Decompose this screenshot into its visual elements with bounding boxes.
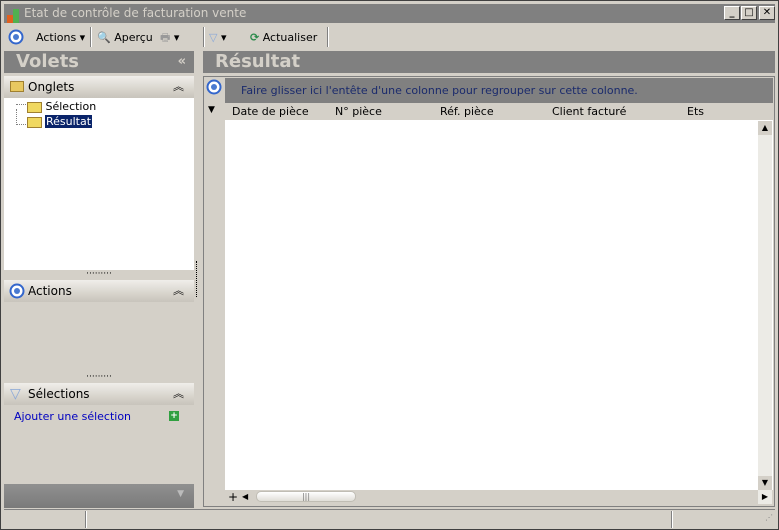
window-title: Etat de contrôle de facturation vente <box>24 6 247 20</box>
panel-bottom-bar: ▼ <box>4 484 194 508</box>
status-bar: ⋰ <box>4 509 775 528</box>
folder-icon <box>27 101 42 113</box>
onglets-section-header[interactable]: Onglets ︽ <box>4 76 194 98</box>
collapse-icon[interactable]: ︽ <box>173 280 184 302</box>
actions-menu-button[interactable]: Actions ▾ <box>36 29 85 47</box>
splitter-handle[interactable]: ········· <box>4 373 194 382</box>
onglets-tree: Sélection Résultat <box>4 98 194 270</box>
group-by-area[interactable]: Faire glisser ici l'entête d'une colonne… <box>225 78 773 103</box>
add-selection-link[interactable]: Ajouter une sélection <box>14 410 131 423</box>
print-button[interactable]: 🖶 ▾ <box>160 29 179 47</box>
collapse-panel-button[interactable]: « <box>178 51 186 73</box>
column-chooser-button[interactable]: ▼ <box>208 105 215 115</box>
scroll-left-button[interactable]: ◀ <box>242 490 254 504</box>
tree-item-selection[interactable]: Sélection <box>27 100 96 114</box>
actualiser-button[interactable]: ⟳ Actualiser <box>250 29 317 47</box>
horizontal-scroll-thumb[interactable]: ||| <box>256 491 356 502</box>
resize-grip-icon[interactable]: ⋰ <box>765 514 773 522</box>
column-header[interactable]: Date de pièce <box>232 103 309 120</box>
app-logo-icon <box>7 9 19 23</box>
actions-icon <box>9 283 25 299</box>
column-header[interactable]: Réf. pièce <box>440 103 494 120</box>
column-header[interactable]: Client facturé <box>552 103 626 120</box>
close-button[interactable]: ✕ <box>759 6 775 20</box>
filter-icon: ▽ <box>209 31 218 44</box>
column-headers: Date de pièce N° pièce Réf. pièce Client… <box>225 103 773 120</box>
resultat-header: Résultat <box>203 51 775 73</box>
add-icon[interactable]: + <box>169 411 179 421</box>
volets-header: Volets « <box>4 51 194 73</box>
scroll-right-button[interactable]: ▶ <box>758 490 772 504</box>
scroll-up-button[interactable]: ▲ <box>758 121 772 135</box>
collapse-icon[interactable]: ︽ <box>173 76 184 98</box>
grid-options-icon[interactable] <box>206 79 222 95</box>
selections-section-header[interactable]: ▽ Sélections ︽ <box>4 383 194 405</box>
column-header[interactable]: Ets <box>687 103 704 120</box>
vertical-splitter[interactable] <box>196 261 199 297</box>
printer-icon: 🖶 <box>160 31 171 44</box>
filter-button[interactable]: ▽ ▾ <box>209 29 227 47</box>
actions-icon <box>8 29 24 45</box>
actions-section-header[interactable]: Actions ︽ <box>4 280 194 302</box>
collapse-icon[interactable]: ︽ <box>173 383 184 405</box>
grid-body <box>225 120 773 490</box>
magnifier-icon: 🔍 <box>97 31 111 44</box>
maximize-button[interactable]: □ <box>741 6 757 20</box>
refresh-icon: ⟳ <box>250 31 260 44</box>
chevron-down-icon[interactable]: ▼ <box>177 489 184 499</box>
title-bar: Etat de contrôle de facturation vente <box>4 4 775 23</box>
toolbar: Actions ▾ 🔍 Aperçu 🖶 ▾ ▽ ▾ ⟳ Actualiser <box>4 25 775 49</box>
open-folder-icon <box>27 116 42 128</box>
minimize-button[interactable]: _ <box>724 6 740 20</box>
vertical-scrollbar[interactable]: ▲ ▼ <box>758 121 772 490</box>
column-header[interactable]: N° pièce <box>335 103 382 120</box>
tree-item-resultat[interactable]: Résultat <box>27 115 93 129</box>
apercu-button[interactable]: 🔍 Aperçu <box>97 29 153 47</box>
scroll-down-button[interactable]: ▼ <box>758 476 772 490</box>
add-row-button[interactable]: + <box>226 490 240 504</box>
folder-icon <box>10 81 24 92</box>
splitter-handle[interactable]: ········· <box>4 270 194 279</box>
result-grid: Faire glisser ici l'entête d'une colonne… <box>203 76 775 507</box>
filter-icon: ▽ <box>10 386 21 402</box>
